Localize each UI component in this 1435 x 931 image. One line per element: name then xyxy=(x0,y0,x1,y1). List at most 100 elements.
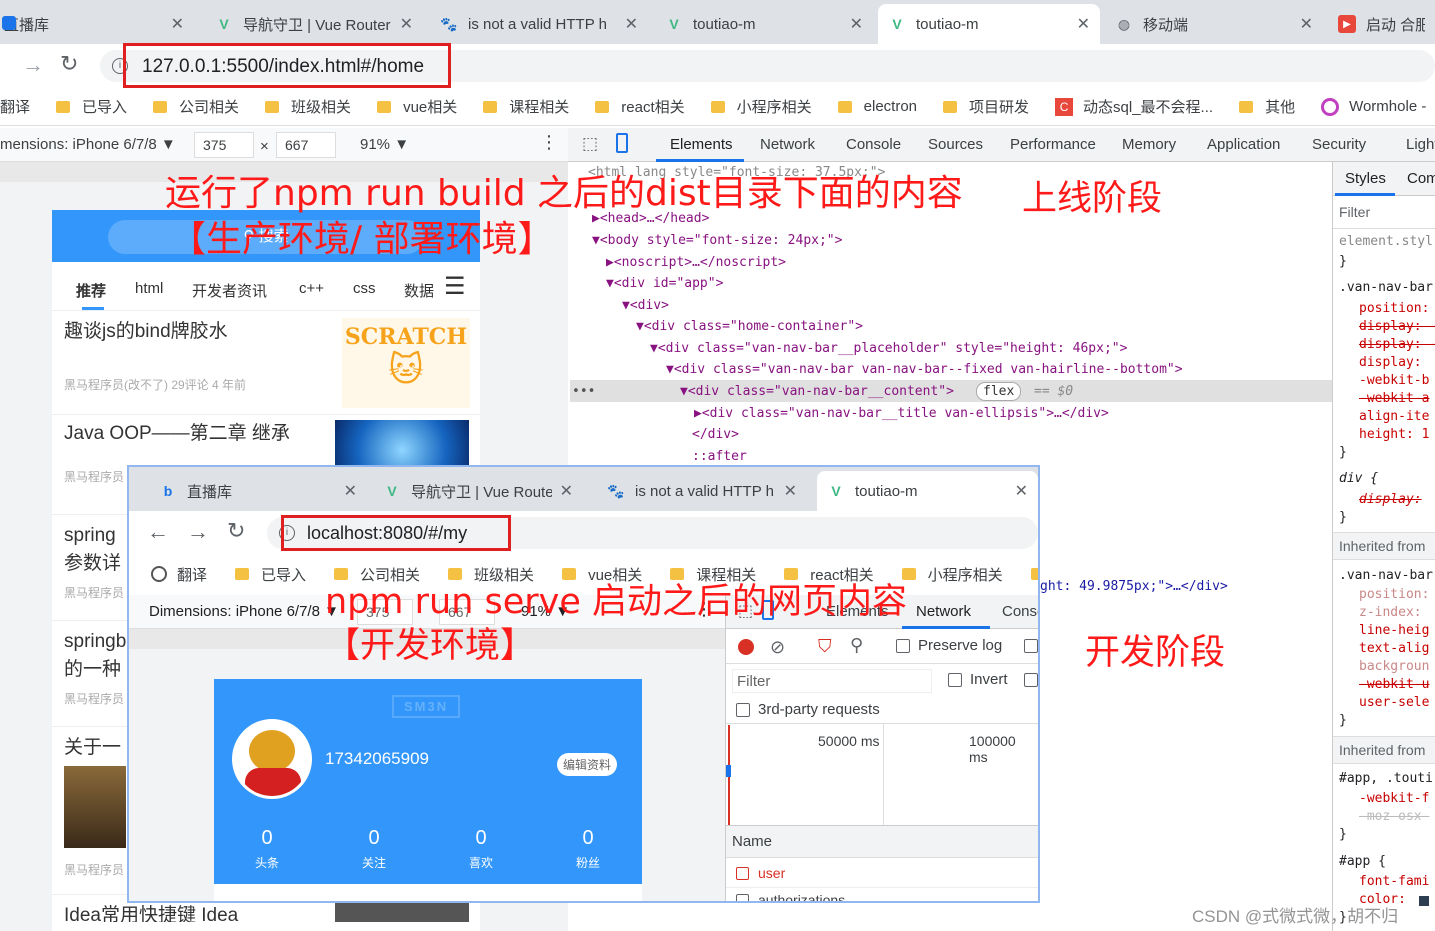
menu-icon[interactable]: ☰ xyxy=(444,272,466,301)
bookmark-folder[interactable]: 班级相关 xyxy=(265,96,351,117)
bookmark-folder[interactable]: react相关 xyxy=(595,96,685,117)
forward-icon[interactable]: → xyxy=(22,52,44,78)
preserve-log-checkbox[interactable] xyxy=(896,639,910,653)
avatar[interactable] xyxy=(232,719,312,799)
bookmark-folder[interactable]: e xyxy=(1030,566,1038,583)
outer-tab-1[interactable]: V 导航守卫 | Vue Router ✕ xyxy=(205,4,423,44)
color-swatch[interactable] xyxy=(1419,896,1429,906)
edit-profile-button[interactable]: 编辑资料 xyxy=(557,753,618,776)
forward-icon[interactable]: → xyxy=(187,519,209,545)
third-party-checkbox[interactable] xyxy=(736,703,750,717)
channel-tab[interactable]: 数据 xyxy=(404,280,434,301)
styles-filter-input[interactable]: Filter xyxy=(1339,204,1370,220)
device-select[interactable]: mensions: iPhone 6/7/8 ▼ xyxy=(0,136,176,153)
dom-node[interactable]: ▼<body style="font-size: 24px;"> xyxy=(592,230,842,252)
more-icon[interactable]: ⋮ xyxy=(540,132,558,153)
reload-icon[interactable]: ↻ xyxy=(60,51,78,77)
channel-tab[interactable]: html xyxy=(135,280,163,297)
dom-node[interactable]: ▼<div id="app"> xyxy=(606,273,723,295)
bookmark-link[interactable]: Wormhole - xyxy=(1321,97,1426,116)
bookmark-folder[interactable]: 已导入 xyxy=(235,564,306,585)
bookmark-folder[interactable]: 项目研发 xyxy=(943,96,1029,117)
outer-tab-5[interactable]: ◍ 移动端 ✕ xyxy=(1105,4,1323,44)
tab-lighthouse[interactable]: Lighth xyxy=(1406,136,1435,153)
tab-console[interactable]: Conso xyxy=(1002,603,1038,620)
invert-checkbox[interactable] xyxy=(948,673,962,687)
bookmark-folder[interactable]: vue相关 xyxy=(377,96,457,117)
device-height-input[interactable]: 667 xyxy=(276,132,336,158)
tab-application[interactable]: Application xyxy=(1207,136,1280,153)
dom-node[interactable]: ▶<div class="van-nav-bar__title van-elli… xyxy=(694,403,1109,425)
outer-tab-3[interactable]: Vtoutiao-m ✕ xyxy=(655,4,873,44)
close-icon[interactable]: ✕ xyxy=(560,481,573,501)
channel-tab[interactable]: c++ xyxy=(299,280,324,297)
request-row-name[interactable]: authorizations xyxy=(758,892,845,901)
channel-tab-active[interactable]: 推荐 xyxy=(76,280,106,301)
more-icon[interactable]: ••• xyxy=(572,381,595,403)
dom-node[interactable]: </div> xyxy=(692,424,739,446)
record-icon[interactable] xyxy=(738,639,754,655)
inner-tab-3-active[interactable]: Vtoutiao-m ✕ xyxy=(817,471,1038,511)
close-icon[interactable]: ✕ xyxy=(400,14,413,34)
inner-tab-2[interactable]: 🐾 is not a valid HTTP h ✕ xyxy=(597,471,807,511)
close-icon[interactable]: ✕ xyxy=(1300,14,1313,34)
inspect-icon[interactable]: ⬚ xyxy=(582,134,598,154)
close-icon[interactable]: ✕ xyxy=(850,14,863,34)
back-icon[interactable]: ← xyxy=(147,519,169,545)
dom-node-selected[interactable]: ▼<div class="van-nav-bar__content"> xyxy=(680,381,954,403)
bookmark-folder[interactable]: 其他 xyxy=(1239,96,1295,117)
close-icon[interactable]: ✕ xyxy=(1015,481,1028,501)
bookmark-folder[interactable]: 已导入 xyxy=(56,96,127,117)
tab-elements[interactable]: Elements xyxy=(670,136,733,153)
search-icon[interactable]: ⚲ xyxy=(850,635,863,656)
outer-tab-0[interactable]: 直播库 ✕ xyxy=(0,4,194,44)
tab-computed[interactable]: Com xyxy=(1407,170,1435,187)
stat-headlines[interactable]: 0 头条 xyxy=(237,827,297,871)
row-checkbox[interactable] xyxy=(736,867,749,880)
device-toggle-icon[interactable] xyxy=(616,133,628,153)
bookmark-translate[interactable]: 翻译 xyxy=(151,564,207,585)
inner-tab-1[interactable]: V 导航守卫 | Vue Route ✕ xyxy=(373,471,583,511)
inner-tab-0[interactable]: b 直播库 ✕ xyxy=(149,471,367,511)
bookmark-folder[interactable]: 公司相关 xyxy=(153,96,239,117)
stat-following[interactable]: 0 关注 xyxy=(344,827,404,871)
tab-console[interactable]: Console xyxy=(846,136,901,153)
stat-fans[interactable]: 0 粉丝 xyxy=(558,827,618,871)
request-row-name[interactable]: user xyxy=(758,865,785,881)
tab-network[interactable]: Network xyxy=(916,603,971,620)
close-icon[interactable]: ✕ xyxy=(625,14,638,34)
bookmark-folder[interactable]: 小程序相关 xyxy=(901,564,1003,585)
device-width-input[interactable]: 375 xyxy=(194,132,254,158)
dom-node[interactable]: ▼<div class="van-nav-bar van-nav-bar--fi… xyxy=(666,359,1183,381)
reload-icon[interactable]: ↻ xyxy=(227,518,245,544)
zoom-select[interactable]: 91% ▼ xyxy=(360,136,409,153)
outer-tab-4-active[interactable]: Vtoutiao-m ✕ xyxy=(878,4,1100,44)
network-filter-input[interactable]: Filter xyxy=(732,669,932,693)
tab-styles[interactable]: Styles xyxy=(1345,170,1386,187)
tab-sources[interactable]: Sources xyxy=(928,136,983,153)
bookmark-folder[interactable]: 课程相关 xyxy=(483,96,569,117)
stat-likes[interactable]: 0 喜欢 xyxy=(451,827,511,871)
flex-badge[interactable]: flex xyxy=(976,382,1022,401)
dom-node[interactable]: ght: 49.9875px;">…</div> xyxy=(1040,576,1228,598)
dom-node[interactable]: ▶<noscript>…</noscript> xyxy=(606,252,786,274)
dom-node[interactable]: ▼<div class="home-container"> xyxy=(636,316,863,338)
close-icon[interactable]: ✕ xyxy=(1077,14,1090,34)
dom-node[interactable]: ▼<div> xyxy=(622,295,669,317)
device-select[interactable]: Dimensions: iPhone 6/7/8 ▼ xyxy=(149,603,339,620)
clear-icon[interactable]: ⊘ xyxy=(770,637,785,658)
tab-memory[interactable]: Memory xyxy=(1122,136,1176,153)
channel-tab[interactable]: css xyxy=(353,280,376,297)
close-icon[interactable]: ✕ xyxy=(344,481,357,501)
tab-security[interactable]: Security xyxy=(1312,136,1366,153)
bookmark-folder[interactable]: 小程序相关 xyxy=(710,96,812,117)
channel-tab[interactable]: 开发者资讯 xyxy=(192,280,267,301)
disable-cache-checkbox[interactable] xyxy=(1024,639,1038,653)
bookmark-translate[interactable]: 翻译 xyxy=(0,96,30,117)
outer-tab-2[interactable]: 🐾 is not a valid HTTP h ✕ xyxy=(430,4,648,44)
bookmark-link[interactable]: C 动态sql_最不会程... xyxy=(1055,96,1213,117)
outer-tab-6[interactable]: ▶ 启动 合肥 xyxy=(1328,4,1435,44)
bookmark-folder[interactable]: electron xyxy=(837,98,917,115)
close-icon[interactable]: ✕ xyxy=(171,14,184,34)
tab-performance[interactable]: Performance xyxy=(1010,136,1096,153)
